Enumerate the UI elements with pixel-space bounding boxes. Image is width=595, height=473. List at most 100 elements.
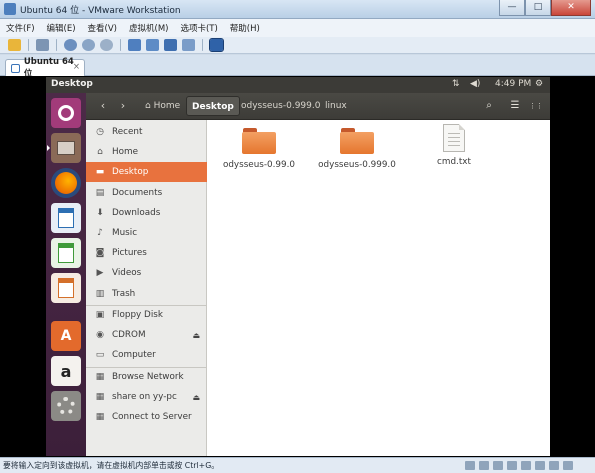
file-item[interactable]: odysseus-0.99.0 [214, 128, 304, 170]
file-view[interactable]: odysseus-0.99.0 odysseus-0.999.0 cmd.txt [207, 120, 550, 456]
videos-icon: ▶ [96, 268, 104, 278]
maximize-button[interactable]: □ [525, 0, 551, 16]
home-icon: ⌂ [145, 101, 151, 111]
volume-icon[interactable]: ◀) [470, 79, 480, 89]
network-icon[interactable]: ⇅ [452, 79, 460, 89]
sidebar-item-music[interactable]: ♪ Music [86, 223, 207, 243]
breadcrumb-odysseus[interactable]: odysseus-0.999.0 [236, 96, 325, 116]
downloads-icon: ⬇ [96, 208, 104, 218]
sidebar-item-browse-network[interactable]: ▦ Browse Network [86, 367, 207, 387]
menu-bar: 文件(F) 编辑(E) 查看(V) 虚拟机(M) 选项卡(T) 帮助(H) [0, 19, 595, 37]
sidebar-item-label: Pictures [112, 248, 147, 258]
forward-button[interactable]: › [114, 96, 132, 116]
libreoffice-writer-icon[interactable] [51, 203, 81, 233]
sidebar-item-home[interactable]: ⌂ Home [86, 142, 207, 162]
console-view-icon[interactable] [209, 38, 224, 52]
tab-close-icon[interactable]: × [73, 62, 80, 72]
network-status-icon[interactable] [507, 461, 517, 470]
printer-status-icon[interactable] [549, 461, 559, 470]
file-item[interactable]: odysseus-0.999.0 [312, 128, 402, 170]
display-status-icon[interactable] [563, 461, 573, 470]
sidebar-item-recent[interactable]: ◷ Recent [86, 122, 207, 142]
file-item[interactable]: cmd.txt [409, 124, 499, 167]
sidebar-item-pictures[interactable]: ◙ Pictures [86, 243, 207, 263]
clock[interactable]: 4:49 PM [495, 79, 531, 89]
sidebar-item-label: Videos [112, 268, 142, 278]
libreoffice-impress-icon[interactable] [51, 273, 81, 303]
documents-icon: ▤ [95, 188, 105, 198]
toolbar-separator [202, 39, 203, 51]
sidebar-item-trash[interactable]: ▥ Trash [86, 284, 207, 304]
file-name: odysseus-0.99.0 [222, 160, 296, 170]
search-icon[interactable]: ⌕ [479, 96, 499, 116]
hdd-status-icon[interactable] [465, 461, 475, 470]
network-icon: ▦ [95, 372, 105, 382]
computer-icon: ▭ [95, 350, 105, 360]
home-icon: ⌂ [97, 147, 103, 157]
snapshot-manager-icon[interactable] [100, 39, 113, 51]
minimize-button[interactable]: — [499, 0, 525, 16]
floppy-status-icon[interactable] [493, 461, 503, 470]
sidebar-item-label: Computer [112, 350, 156, 360]
sidebar-item-desktop[interactable]: ▬ Desktop [86, 162, 207, 182]
sidebar-item-computer[interactable]: ▭ Computer [86, 345, 207, 365]
sidebar-item-videos[interactable]: ▶ Videos [86, 263, 207, 283]
thumbnail-view-icon[interactable] [146, 39, 159, 51]
eject-icon[interactable]: ⏏ [192, 331, 200, 340]
full-screen-icon[interactable] [164, 39, 177, 51]
sidebar-item-share[interactable]: ▦ share on yy-pc ⏏ [86, 387, 207, 407]
revert-snapshot-icon[interactable] [82, 39, 95, 51]
send-ctrl-alt-del-icon[interactable] [36, 39, 49, 51]
breadcrumb-desktop[interactable]: Desktop [186, 96, 240, 116]
menu-help[interactable]: 帮助(H) [230, 22, 260, 34]
system-settings-icon[interactable] [51, 391, 81, 421]
list-view-icon[interactable]: ☰ [505, 96, 525, 116]
sidebar-item-label: Trash [112, 289, 136, 299]
files-icon[interactable] [51, 133, 81, 163]
software-center-icon[interactable]: A [51, 321, 81, 351]
trash-icon: ▥ [95, 289, 105, 299]
pictures-icon: ◙ [95, 248, 105, 258]
amazon-icon[interactable]: a [51, 356, 81, 386]
gear-icon[interactable]: ⚙ [535, 79, 543, 89]
library-view-icon[interactable] [128, 39, 141, 51]
sidebar-item-label: Connect to Server [112, 412, 192, 422]
vmware-icon [4, 3, 16, 15]
sidebar-item-floppy[interactable]: ▣ Floppy Disk [86, 305, 207, 325]
menu-tabs[interactable]: 选项卡(T) [180, 22, 217, 34]
breadcrumb-linux[interactable]: linux [320, 96, 352, 116]
sound-status-icon[interactable] [535, 461, 545, 470]
close-button[interactable]: ✕ [551, 0, 591, 16]
places-sidebar: ◷ Recent ⌂ Home ▬ Desktop ▤ Documents ⬇ Downl… [86, 120, 207, 456]
tab-ubuntu[interactable]: Ubuntu 64 位 × [5, 57, 85, 79]
sidebar-item-downloads[interactable]: ⬇ Downloads [86, 203, 207, 223]
menu-vm[interactable]: 虚拟机(M) [129, 22, 168, 34]
libreoffice-calc-icon[interactable] [51, 238, 81, 268]
unity-icon[interactable] [182, 39, 195, 51]
dash-icon[interactable] [51, 98, 81, 128]
file-manager-headerbar: ‹ › ⌂ Home Desktop odysseus-0.999.0 linu… [86, 93, 550, 120]
sidebar-item-label: CDROM [112, 330, 146, 340]
menu-view[interactable]: 查看(V) [88, 22, 117, 34]
sidebar-item-label: Music [112, 228, 138, 238]
firefox-icon[interactable] [51, 168, 81, 198]
menu-file[interactable]: 文件(F) [6, 22, 35, 34]
eject-icon[interactable]: ⏏ [192, 393, 200, 402]
menu-edit[interactable]: 编辑(E) [47, 22, 76, 34]
floppy-icon: ▣ [95, 310, 105, 320]
sidebar-item-cdrom[interactable]: ◉ CDROM ⏏ [86, 325, 207, 345]
breadcrumb-home[interactable]: ⌂ Home [140, 96, 185, 116]
window-title: Ubuntu 64 位 - VMware Workstation [20, 6, 181, 16]
folder-icon [340, 128, 374, 154]
sidebar-item-documents[interactable]: ▤ Documents [86, 183, 207, 203]
cd-status-icon[interactable] [479, 461, 489, 470]
grid-view-icon[interactable]: ⋮⋮ [526, 96, 546, 116]
sidebar-item-connect-to-server[interactable]: ▦ Connect to Server [86, 407, 207, 427]
recent-icon: ◷ [96, 127, 104, 137]
text-file-icon [443, 124, 465, 152]
usb-status-icon[interactable] [521, 461, 531, 470]
snapshot-icon[interactable] [64, 39, 77, 51]
back-button[interactable]: ‹ [94, 96, 112, 116]
breadcrumb-label: Home [153, 101, 181, 111]
power-icon[interactable] [8, 39, 21, 51]
